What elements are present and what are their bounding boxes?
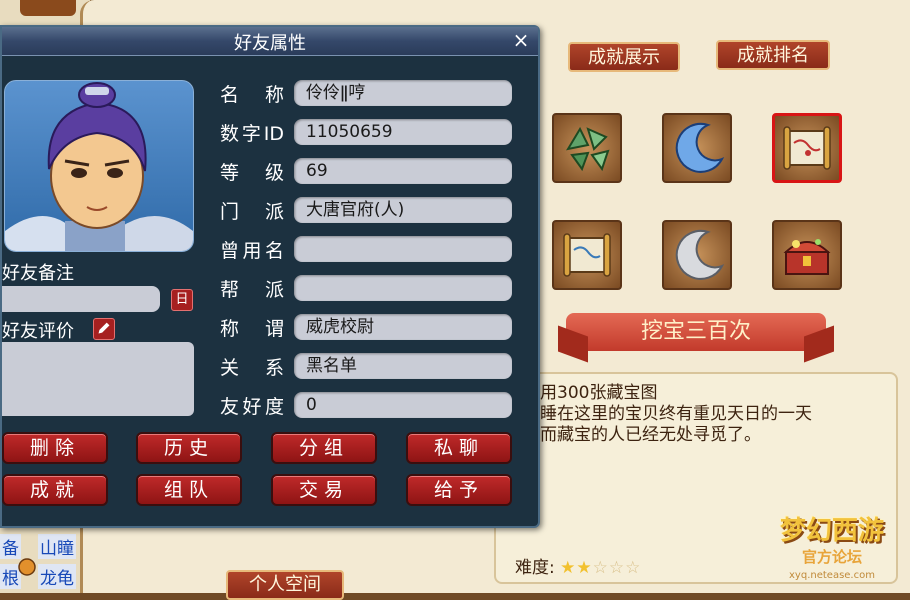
field-label-guild: 帮 派 — [220, 279, 284, 301]
blue-crescent-moon-icon — [675, 122, 725, 173]
field-label-title: 称 谓 — [220, 318, 284, 340]
field-label-level: 等 级 — [220, 162, 284, 184]
description-line: 睡在这里的宝贝终有重见天日的一天 — [540, 404, 812, 424]
trade-button[interactable]: 交易 — [271, 474, 377, 506]
relation-field: 黑名单 — [294, 353, 512, 379]
character-portrait — [5, 82, 193, 251]
logo-subtitle: 官方论坛 — [801, 548, 862, 566]
achievement-slot[interactable] — [552, 113, 622, 183]
level-field: 69 — [294, 158, 512, 184]
star-empty-icon: ☆ — [608, 558, 626, 578]
guild-field — [294, 275, 512, 301]
achievement-slot[interactable] — [662, 113, 732, 183]
name-field: 伶伶ǁ哼 — [294, 80, 512, 106]
close-icon[interactable]: × — [510, 29, 532, 51]
treasure-map-scroll-icon — [563, 233, 611, 277]
achievement-title-ribbon: 挖宝三百次 — [566, 313, 826, 351]
dragon-turtle-icon — [18, 558, 36, 576]
friendship-field: 0 — [294, 392, 512, 418]
logo-title: 梦幻西游 — [779, 516, 884, 546]
game-logo: 梦幻西游 官方论坛 xyq.netease.com — [762, 510, 902, 590]
history-button[interactable]: 历史 — [136, 432, 242, 464]
achievement-show-button[interactable]: 成就展示 — [568, 42, 680, 72]
field-label-former-name: 曾用名 — [220, 240, 284, 262]
achievement-slot[interactable] — [772, 220, 842, 290]
achievement-slot[interactable] — [662, 220, 732, 290]
field-label-id: 数字ID — [220, 123, 284, 145]
edit-icon[interactable] — [93, 318, 115, 340]
dialog-titlebar[interactable]: 好友属性 × — [2, 27, 538, 56]
dialog-title: 好友属性 — [234, 33, 306, 54]
eval-label: 好友评价 — [2, 321, 74, 342]
difficulty-rating: 难度: ★★☆☆☆ — [515, 553, 641, 578]
achievement-rank-button[interactable]: 成就排名 — [716, 40, 830, 70]
achievement-button[interactable]: 成就 — [2, 474, 108, 506]
delete-button[interactable]: 删除 — [2, 432, 108, 464]
personal-space-button[interactable]: 个人空间 — [226, 570, 344, 600]
star-filled-icon: ★ — [560, 558, 577, 578]
side-label[interactable]: 山瞳 — [38, 534, 76, 559]
sect-field: 大唐官府(人) — [294, 197, 512, 223]
field-label-name: 名 称 — [220, 84, 284, 106]
friend-attributes-dialog: 好友属性 × 名 称 伶伶ǁ哼 数字ID 11050659 等 级 69 门 派… — [0, 25, 540, 528]
difficulty-stars: ★★☆☆☆ — [560, 558, 641, 578]
logo-url: xyq.netease.com — [789, 570, 875, 581]
field-label-friendship: 友好度 — [220, 396, 284, 418]
field-label-sect: 门 派 — [220, 201, 284, 223]
description-line: 用300张藏宝图 — [540, 383, 658, 403]
treasure-map-scroll-icon — [783, 126, 831, 170]
achievement-description: 用300张藏宝图 睡在这里的宝贝终有重见天日的一天 而藏宝的人已经无处寻觅了。 — [540, 383, 880, 446]
top-menu-icon[interactable] — [20, 0, 76, 16]
jade-shards-icon — [565, 126, 610, 172]
note-save-button[interactable]: 日 — [171, 289, 193, 311]
achievement-slot[interactable] — [552, 220, 622, 290]
former-name-field — [294, 236, 512, 262]
star-empty-icon: ☆ — [625, 558, 642, 578]
difficulty-label: 难度: — [515, 558, 555, 578]
side-label[interactable]: 龙龟 — [38, 564, 76, 589]
title-field: 威虎校尉 — [294, 314, 512, 340]
group-button[interactable]: 分组 — [271, 432, 377, 464]
give-button[interactable]: 给予 — [406, 474, 512, 506]
star-filled-icon: ★ — [576, 558, 593, 578]
silver-crescent-moon-icon — [675, 229, 725, 280]
private-chat-button[interactable]: 私聊 — [406, 432, 512, 464]
note-label: 好友备注 — [2, 263, 74, 284]
id-field: 11050659 — [294, 119, 512, 145]
star-empty-icon: ☆ — [592, 558, 609, 578]
achievement-slot-selected[interactable] — [772, 113, 842, 183]
team-button[interactable]: 组队 — [136, 474, 242, 506]
treasure-chest-icon — [783, 239, 831, 275]
field-label-relation: 关 系 — [220, 357, 284, 379]
avatar — [4, 80, 194, 252]
eval-textarea[interactable] — [2, 342, 194, 416]
description-line: 而藏宝的人已经无处寻觅了。 — [540, 425, 761, 445]
note-input[interactable] — [2, 286, 160, 312]
